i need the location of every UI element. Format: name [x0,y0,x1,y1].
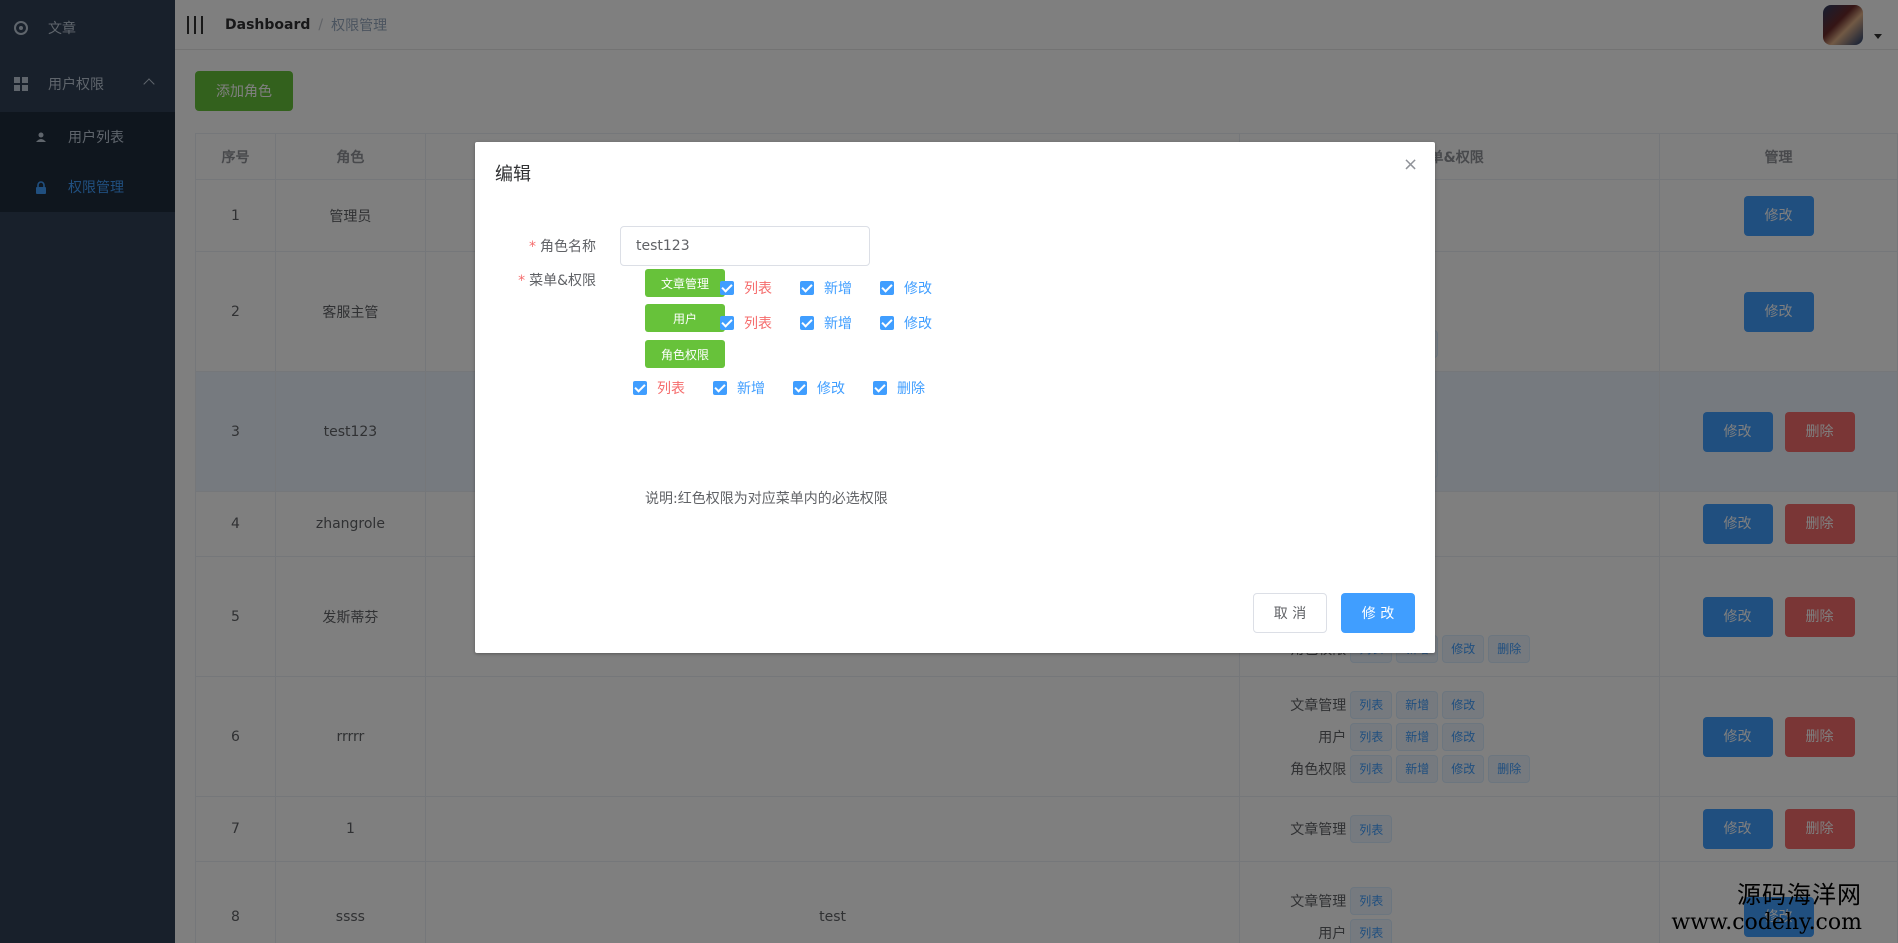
checkbox-checked-icon[interactable] [800,281,814,295]
watermark-url: www.codehy.com [1671,910,1862,935]
checkbox-label: 新增 [824,281,852,297]
menu-group-tag[interactable]: 角色权限 [645,340,725,368]
permission-checkbox[interactable]: 新增 [800,278,852,298]
menu-group-tag[interactable]: 文章管理 [645,269,725,297]
checkbox-checked-icon[interactable] [880,281,894,295]
role-name-input[interactable] [620,226,870,266]
dialog-footer: 取 消 修 改 [1253,593,1415,633]
checkbox-label: 修改 [904,281,932,297]
dialog-title: 编辑 [495,164,531,185]
role-name-row: * 角色名称 [475,226,870,266]
checkbox-checked-icon[interactable] [633,381,647,395]
checkbox-label: 新增 [824,316,852,332]
permission-note: 说明:红色权限为对应菜单内的必选权限 [645,491,888,507]
close-icon[interactable]: × [1403,156,1418,174]
permission-checkbox[interactable]: 列表 [633,378,685,398]
cancel-button[interactable]: 取 消 [1253,593,1327,633]
permission-checkbox[interactable]: 新增 [713,378,765,398]
checkbox-label: 修改 [817,381,845,397]
checkbox-checked-icon[interactable] [720,281,734,295]
watermark-title: 源码海洋网 [1737,881,1862,909]
checkbox-label: 新增 [737,381,765,397]
permission-checkbox[interactable]: 新增 [800,313,852,333]
checkbox-checked-icon[interactable] [873,381,887,395]
menu-group-tag[interactable]: 用户 [645,304,725,332]
checkbox-label: 删除 [897,381,925,397]
role-name-label: * 角色名称 [529,239,596,255]
permission-checkbox[interactable]: 修改 [880,278,932,298]
checkbox-checked-icon[interactable] [880,316,894,330]
checkbox-checked-icon[interactable] [720,316,734,330]
checkbox-checked-icon[interactable] [800,316,814,330]
checkbox-label: 修改 [904,316,932,332]
checkbox-checked-icon[interactable] [793,381,807,395]
permission-checkbox[interactable]: 修改 [793,378,845,398]
confirm-edit-button[interactable]: 修 改 [1341,593,1415,633]
watermark: 源码海洋网 www.codehy.com [1671,875,1862,935]
checkbox-checked-icon[interactable] [713,381,727,395]
edit-role-dialog: 编辑 × *角色名称 *菜单&权限 文章管理列表新增修改用户列表新增修改角色权限… [475,142,1435,653]
permission-checkbox[interactable]: 列表 [720,313,772,333]
checkbox-label: 列表 [744,281,772,297]
checkbox-label: 列表 [744,316,772,332]
permission-checkbox[interactable]: 修改 [880,313,932,333]
permission-checkbox[interactable]: 删除 [873,378,925,398]
menu-permissions-row: * 菜单&权限 [475,270,620,290]
checkbox-label: 列表 [657,381,685,397]
menu-permissions-label: * 菜单&权限 [518,273,596,289]
permission-checkbox[interactable]: 列表 [720,278,772,298]
